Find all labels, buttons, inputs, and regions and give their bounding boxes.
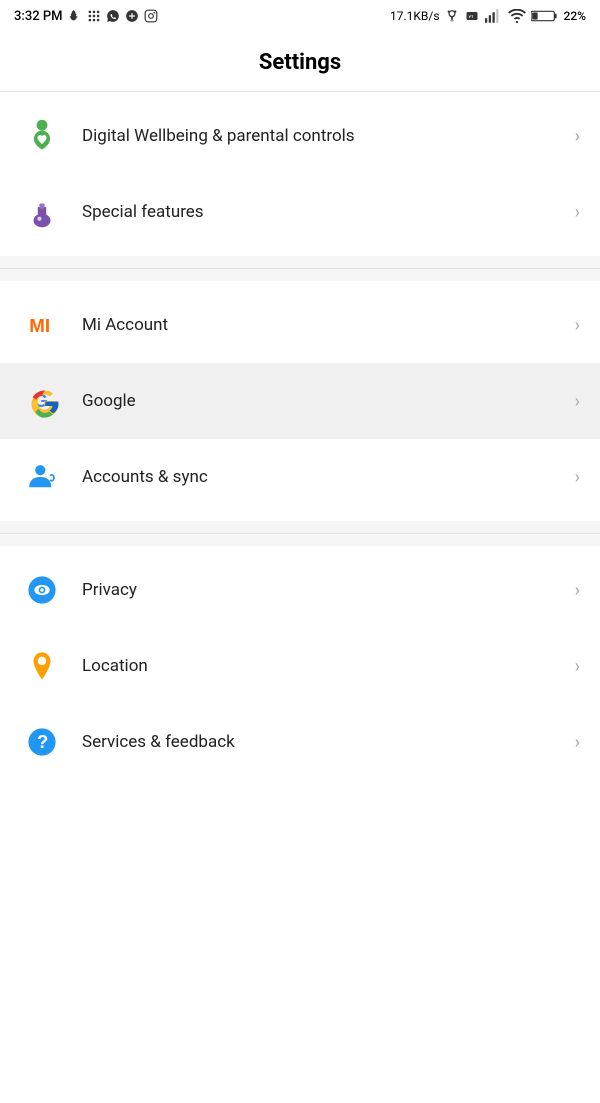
plus-icon (125, 9, 139, 23)
settings-item-privacy[interactable]: Privacy › (0, 552, 600, 628)
gap-4 (0, 534, 600, 546)
accounts-sync-chevron: › (575, 467, 580, 488)
digital-wellbeing-label: Digital Wellbeing & parental controls (82, 125, 567, 147)
mi-account-icon: MI (20, 303, 64, 347)
mi-account-chevron: › (575, 315, 580, 336)
section-3: Privacy › Location › ? Services & feedba… (0, 546, 600, 786)
section-2: MI Mi Account › G (0, 281, 600, 521)
digital-wellbeing-icon (20, 114, 64, 158)
google-icon: G (20, 379, 64, 423)
settings-item-special-features[interactable]: Special features › (0, 174, 600, 250)
status-right-area: 17.1KB/s YT 22% (390, 9, 586, 23)
svg-text:MI: MI (29, 315, 50, 336)
grid-icon (87, 9, 101, 23)
feedback-icon: ? (20, 720, 64, 764)
special-features-chevron: › (575, 202, 580, 223)
privacy-label: Privacy (82, 579, 567, 601)
special-features-icon (20, 190, 64, 234)
settings-item-services-feedback[interactable]: ? Services & feedback › (0, 704, 600, 780)
settings-item-google[interactable]: G Google › (0, 363, 600, 439)
network-speed: 17.1KB/s (390, 9, 440, 23)
digital-wellbeing-chevron: › (575, 126, 580, 147)
status-bar: 3:32 PM 17.1KB/s YT 22% (0, 0, 600, 32)
services-feedback-chevron: › (575, 732, 580, 753)
location-label: Location (82, 655, 567, 677)
svg-text:YT: YT (468, 14, 474, 19)
gap-1 (0, 256, 600, 268)
status-time: 3:32 PM (14, 9, 63, 24)
wifi-icon (508, 9, 526, 23)
privacy-icon (20, 568, 64, 612)
gap-3 (0, 521, 600, 533)
google-chevron: › (575, 391, 580, 412)
status-time-area: 3:32 PM (14, 9, 158, 24)
section-1: Digital Wellbeing & parental controls › … (0, 92, 600, 256)
accounts-sync-label: Accounts & sync (82, 466, 567, 488)
whatsapp-icon (106, 9, 120, 23)
settings-item-mi-account[interactable]: MI Mi Account › (0, 287, 600, 363)
battery-icon (531, 9, 559, 23)
svg-text:?: ? (37, 731, 48, 752)
special-features-label: Special features (82, 201, 567, 223)
google-label: Google (82, 390, 567, 412)
mi-account-label: Mi Account (82, 314, 567, 336)
page-title: Settings (16, 50, 584, 75)
accounts-icon (20, 455, 64, 499)
instagram-icon (144, 9, 158, 23)
battery-percent: 22% (564, 9, 586, 23)
yt-icon: YT (464, 10, 480, 22)
alarm-icon (445, 9, 459, 23)
settings-item-accounts-sync[interactable]: Accounts & sync › (0, 439, 600, 515)
privacy-chevron: › (575, 580, 580, 601)
location-chevron: › (575, 656, 580, 677)
settings-item-location[interactable]: Location › (0, 628, 600, 704)
page-title-bar: Settings (0, 32, 600, 91)
settings-item-digital-wellbeing[interactable]: Digital Wellbeing & parental controls › (0, 98, 600, 174)
snapchat-icon (68, 9, 82, 23)
signal-icon (485, 9, 503, 23)
services-feedback-label: Services & feedback (82, 731, 567, 753)
location-icon (20, 644, 64, 688)
gap-2 (0, 269, 600, 281)
